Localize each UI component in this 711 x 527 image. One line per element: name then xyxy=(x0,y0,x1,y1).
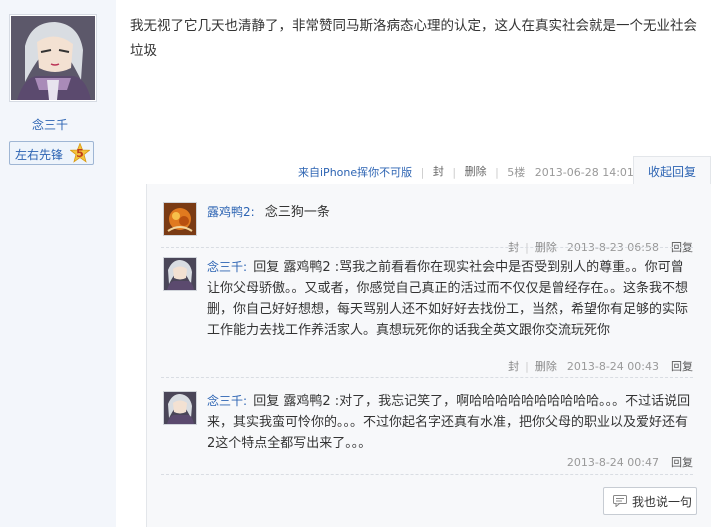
say-something-button[interactable]: 我也说一句 xyxy=(603,487,697,515)
silver-hair-avatar-icon xyxy=(11,16,95,100)
seal-link[interactable]: 封 xyxy=(433,165,444,178)
reply-item: 念三千: 回复 露鸡鸭2 :对了，我忘记笑了，啊哈哈哈哈哈哈哈哈哈哈。。。不过话… xyxy=(161,391,693,471)
author-sidebar: 念三千 左右先锋 5 xyxy=(0,0,116,527)
post-device[interactable]: 来自iPhone挥你不可版 xyxy=(298,166,412,179)
post-meta: 来自iPhone挥你不可版 | 封 | 删除 | 5楼 2013-06-28 1… xyxy=(298,165,634,179)
divider xyxy=(161,247,693,248)
reply-avatar[interactable] xyxy=(163,257,197,291)
seal-link[interactable]: 封 xyxy=(508,360,519,373)
reply-text: 回复 露鸡鸭2 :骂我之前看看你在现实社会中是否受到别人的尊重。。你可曾让你父母… xyxy=(207,260,689,338)
reply-button[interactable]: 回复 xyxy=(671,456,693,469)
silver-hair-avatar-icon xyxy=(164,392,196,424)
reply-avatar[interactable] xyxy=(163,391,197,425)
silver-hair-avatar-icon xyxy=(164,258,196,290)
reply-body: 念三千: 回复 露鸡鸭2 :骂我之前看看你在现实社会中是否受到别人的尊重。。你可… xyxy=(207,257,693,341)
delete-link[interactable]: 删除 xyxy=(465,165,487,178)
reply-username[interactable]: 念三千: xyxy=(207,260,247,274)
reply-actions: 封 | 删除 2013-8-24 00:43 回复 xyxy=(508,360,693,373)
reply-text: 念三狗一条 xyxy=(264,205,330,220)
divider xyxy=(161,377,693,378)
floor-number: 5楼 xyxy=(507,166,526,179)
post-time: 2013-06-28 14:01 xyxy=(534,165,634,179)
reply-body: 露鸡鸭2: 念三狗一条 xyxy=(207,202,693,223)
reply-avatar[interactable] xyxy=(163,202,197,236)
author-name[interactable]: 念三千 xyxy=(0,116,100,133)
rank-label: 左右先锋 xyxy=(15,148,64,162)
reply-item: 念三千: 回复 露鸡鸭2 :骂我之前看看你在现实社会中是否受到别人的尊重。。你可… xyxy=(161,257,693,377)
rank-badge[interactable]: 左右先锋 5 xyxy=(9,141,94,165)
reply-item: 露鸡鸭2: 念三狗一条 封 | 删除 2013-8-23 06:58 回复 xyxy=(161,202,693,254)
divider xyxy=(161,474,693,475)
reply-thread: 露鸡鸭2: 念三狗一条 封 | 删除 2013-8-23 06:58 回复 念三千: 回… xyxy=(146,184,711,527)
post-content: 我无视了它几天也清静了，非常赞同马斯洛病态心理的认定，这人在真实社会就是一个无业… xyxy=(130,18,697,59)
say-something-label: 我也说一句 xyxy=(632,495,693,509)
reply-body: 念三千: 回复 露鸡鸭2 :对了，我忘记笑了，啊哈哈哈哈哈哈哈哈哈哈。。。不过话… xyxy=(207,391,693,454)
comment-icon xyxy=(613,495,627,507)
reply-actions: 2013-8-24 00:47 回复 xyxy=(557,454,693,470)
reply-text: 回复 露鸡鸭2 :对了，我忘记笑了，啊哈哈哈哈哈哈哈哈哈哈。。。不过话说回来，其… xyxy=(207,394,691,451)
reply-time: 2013-8-24 00:43 xyxy=(566,360,659,373)
orange-avatar-icon xyxy=(164,203,196,235)
reply-button[interactable]: 回复 xyxy=(671,360,693,373)
reply-username[interactable]: 露鸡鸭2: xyxy=(207,205,255,219)
author-avatar[interactable] xyxy=(9,14,97,102)
reply-time: 2013-8-24 00:47 xyxy=(566,456,659,469)
level-number: 5 xyxy=(76,147,84,160)
delete-link[interactable]: 删除 xyxy=(535,360,557,373)
collapse-replies-button[interactable]: 收起回复 xyxy=(633,156,711,185)
reply-username[interactable]: 念三千: xyxy=(207,394,247,408)
